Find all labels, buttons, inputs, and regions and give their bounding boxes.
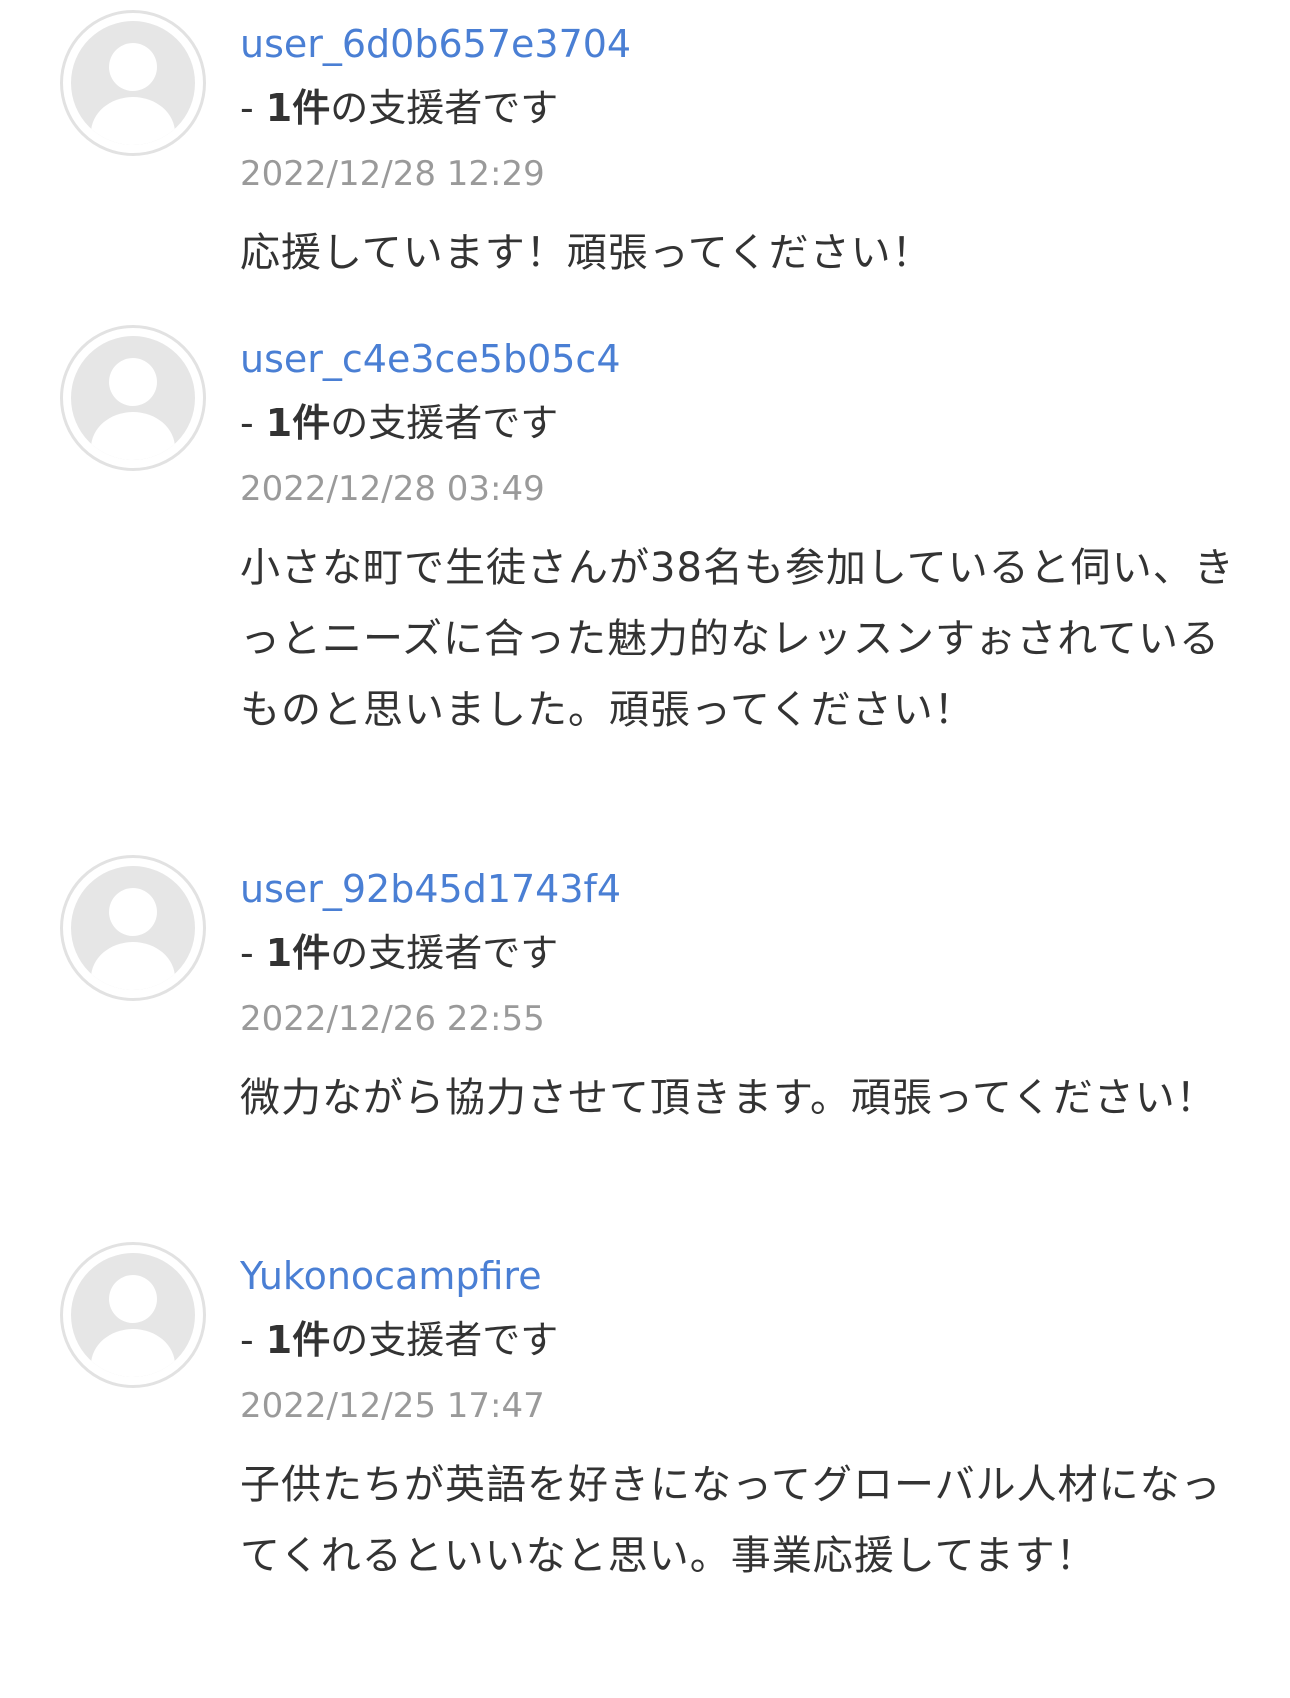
- comment-content: Yukonocampfire - 1件の支援者です 2022/12/25 17:…: [240, 1232, 1240, 1592]
- supporter-prefix: -: [240, 86, 266, 130]
- supporter-prefix: -: [240, 401, 266, 445]
- supporter-info: - 1件の支援者です: [240, 1318, 1240, 1362]
- username-link[interactable]: user_c4e3ce5b05c4: [240, 337, 1240, 381]
- comment-date: 2022/12/28 12:29: [240, 154, 545, 194]
- supporter-info: - 1件の支援者です: [240, 86, 1240, 130]
- comment-date: 2022/12/25 17:47: [240, 1386, 545, 1426]
- comment-content: user_c4e3ce5b05c4 - 1件の支援者です 2022/12/28 …: [240, 315, 1240, 746]
- comment-message: 小さな町で生徒さんが38名も参加していると伺い、きっとニーズに合った魅力的なレッ…: [240, 545, 1235, 733]
- supporter-count: 1件: [265, 401, 331, 445]
- user-placeholder-icon: [71, 866, 195, 990]
- comment-content: user_6d0b657e3704 - 1件の支援者です 2022/12/28 …: [240, 0, 1240, 289]
- supporter-info: - 1件の支援者です: [240, 931, 1240, 975]
- username-link[interactable]: user_92b45d1743f4: [240, 867, 1240, 911]
- username-link[interactable]: user_6d0b657e3704: [240, 22, 1240, 66]
- avatar[interactable]: [60, 1242, 206, 1388]
- supporter-prefix: -: [240, 931, 266, 975]
- supporter-count: 1件: [265, 931, 331, 975]
- comment-date: 2022/12/26 22:55: [240, 999, 545, 1039]
- supporter-count: 1件: [265, 1318, 331, 1362]
- supporter-count: 1件: [265, 86, 331, 130]
- supporter-suffix: の支援者です: [330, 86, 559, 130]
- avatar[interactable]: [60, 855, 206, 1001]
- comment-message: 子供たちが英語を好きになってグローバル人材になってくれるといいなと思い。事業応援…: [240, 1462, 1222, 1579]
- user-placeholder-icon: [71, 336, 195, 460]
- supporter-prefix: -: [240, 1318, 266, 1362]
- avatar[interactable]: [60, 10, 206, 156]
- supporter-info: - 1件の支援者です: [240, 401, 1240, 445]
- comment-content: user_92b45d1743f4 - 1件の支援者です 2022/12/26 …: [240, 845, 1240, 1134]
- supporter-suffix: の支援者です: [330, 1318, 559, 1362]
- user-placeholder-icon: [71, 21, 195, 145]
- username-link[interactable]: Yukonocampfire: [240, 1254, 1240, 1298]
- avatar[interactable]: [60, 325, 206, 471]
- user-placeholder-icon: [71, 1253, 195, 1377]
- comment-date: 2022/12/28 03:49: [240, 469, 545, 509]
- supporter-suffix: の支援者です: [330, 401, 559, 445]
- comment-message: 微力ながら協力させて頂きます。頑張ってください！: [240, 1075, 1217, 1121]
- comment-message: 応援しています！頑張ってください！: [240, 230, 933, 276]
- supporter-suffix: の支援者です: [330, 931, 559, 975]
